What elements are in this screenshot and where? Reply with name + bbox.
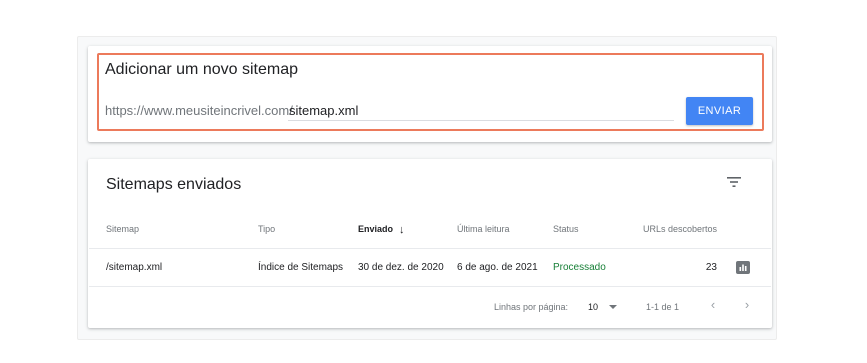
sitemap-url-input[interactable] [288,101,674,121]
divider [89,248,771,249]
submit-button[interactable]: ENVIAR [686,97,753,125]
status-badge: Processado [553,262,606,273]
pagination-range: 1-1 de 1 [646,302,680,312]
url-prefix: https://www.meusiteincrivel.com/ [105,103,293,118]
caret-down-icon [609,305,617,309]
column-header-status[interactable]: Status [553,224,579,234]
column-header-submitted[interactable]: Enviado ↓ [358,224,405,236]
rows-per-page-select[interactable]: 10 [584,299,624,315]
submitted-sitemaps-title: Sitemaps enviados [106,176,242,193]
cell-sitemap: /sitemap.xml [106,262,163,273]
chevron-left-icon[interactable]: ‹ [705,297,721,313]
cell-urls: 23 [705,262,717,273]
divider [89,286,771,287]
cell-type: Índice de Sitemaps [258,262,344,273]
rows-per-page-value: 10 [588,302,599,312]
column-header-last-read[interactable]: Última leitura [457,224,510,234]
column-header-submitted-label: Enviado [358,224,394,234]
bar-chart-icon[interactable] [736,261,750,274]
rows-per-page-label: Linhas por página: [494,302,569,312]
column-header-sitemap[interactable]: Sitemap [106,224,139,234]
arrow-down-icon: ↓ [399,224,405,236]
add-sitemap-title: Adicionar um novo sitemap [105,61,298,78]
column-header-type[interactable]: Tipo [258,224,275,234]
cell-last-read: 6 de ago. de 2021 [457,262,538,273]
column-header-urls[interactable]: URLs descobertos [643,224,717,234]
filter-icon[interactable] [726,175,742,189]
cell-submitted: 30 de dez. de 2020 [358,262,444,273]
chevron-right-icon[interactable]: › [739,297,755,313]
